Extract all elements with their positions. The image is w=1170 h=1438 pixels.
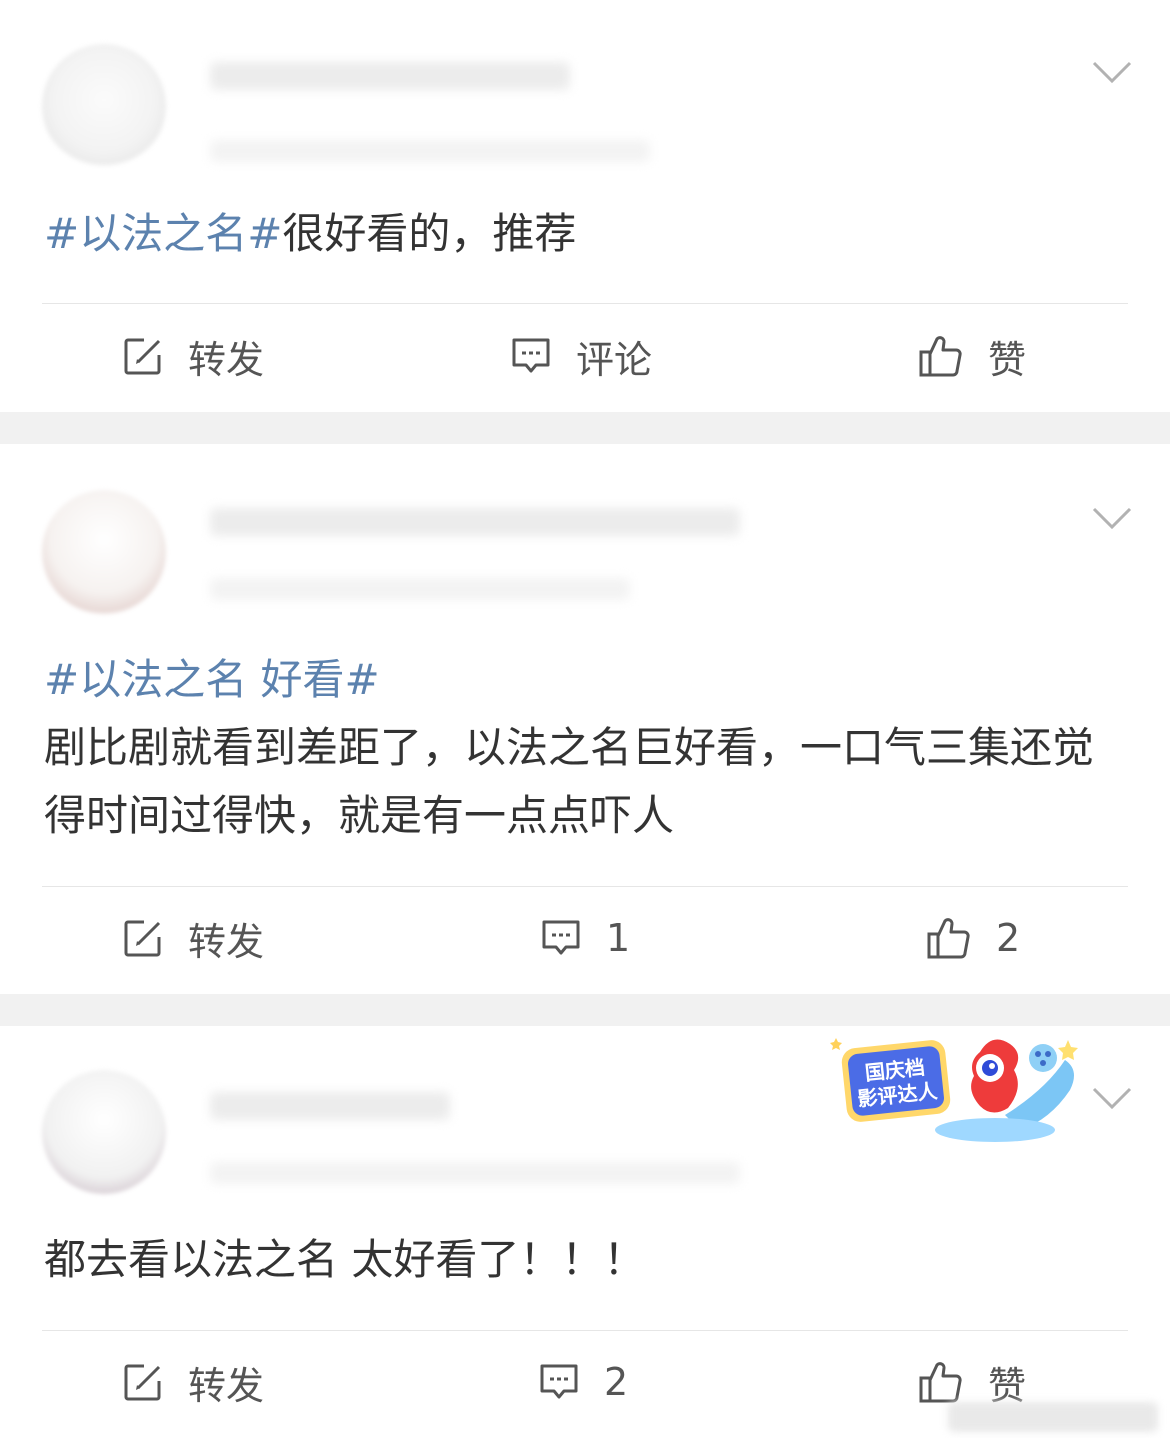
post-card: #以法之名#很好看的，推荐 转发 评论 赞	[0, 0, 1170, 412]
post-separator	[0, 412, 1170, 444]
comment-bubble-icon	[542, 920, 580, 955]
post-meta-blurred	[210, 578, 630, 600]
comment-bubble-icon	[540, 1364, 578, 1399]
post-card: #以法之名 好看# 剧比剧就看到差距了，以法之名巨好看，一口气三集还觉得时间过得…	[0, 444, 1170, 994]
comment-button[interactable]: 1	[540, 908, 630, 968]
post-text: 都去看以法之名 太好看了！！！	[44, 1235, 646, 1284]
avatar[interactable]	[42, 490, 166, 614]
avatar[interactable]	[42, 44, 166, 168]
username-blurred[interactable]	[210, 62, 570, 90]
edit-square-icon	[124, 920, 161, 957]
username-blurred[interactable]	[210, 1092, 450, 1120]
topic-link[interactable]: #以法之名#	[44, 209, 282, 258]
comment-count: 1	[606, 916, 631, 960]
repost-label: 转发	[188, 337, 265, 382]
like-count: 2	[996, 916, 1021, 960]
repost-label: 转发	[188, 919, 265, 964]
thumbs-up-icon	[927, 918, 970, 959]
chevron-down-icon[interactable]	[1092, 506, 1132, 530]
post-meta-blurred	[210, 1162, 740, 1184]
post-separator	[0, 994, 1170, 1026]
divider	[42, 886, 1128, 887]
comment-button[interactable]: 2	[538, 1352, 628, 1412]
repost-button[interactable]: 转发	[122, 1352, 264, 1412]
thumbs-up-icon	[919, 336, 962, 377]
edit-square-icon	[124, 1364, 161, 1401]
divider	[42, 1330, 1128, 1331]
post-text: #以法之名#很好看的，推荐	[44, 209, 577, 258]
thumbs-up-icon	[919, 1362, 962, 1403]
like-button[interactable]: 赞	[918, 326, 1026, 386]
divider	[42, 303, 1128, 304]
badge-art: 国庆档 影评达人	[830, 1038, 1078, 1142]
avatar[interactable]	[42, 1070, 166, 1194]
chevron-down-icon[interactable]	[1092, 1086, 1132, 1110]
repost-label: 转发	[188, 1363, 265, 1408]
post-text: 剧比剧就看到差距了，以法之名巨好看，一口气三集还觉得时间过得快，就是有一点点吓人	[44, 723, 1095, 840]
comment-button[interactable]: 评论	[510, 326, 652, 386]
film-critic-badge[interactable]: 国庆档 影评达人	[830, 1030, 1080, 1146]
topic-link[interactable]: #以法之名 好看#	[44, 646, 380, 714]
comment-bubble-icon	[512, 338, 550, 373]
username-blurred[interactable]	[210, 508, 740, 536]
repost-button[interactable]: 转发	[122, 908, 264, 968]
comment-count: 2	[604, 1360, 629, 1404]
post-meta-blurred	[210, 140, 650, 162]
edit-square-icon	[124, 338, 161, 375]
like-label: 赞	[988, 337, 1027, 382]
comment-label: 评论	[576, 337, 653, 382]
chevron-down-icon[interactable]	[1092, 60, 1132, 84]
repost-button[interactable]: 转发	[122, 326, 264, 386]
like-button[interactable]: 2	[926, 908, 1020, 968]
watermark-blurred	[948, 1402, 1158, 1432]
